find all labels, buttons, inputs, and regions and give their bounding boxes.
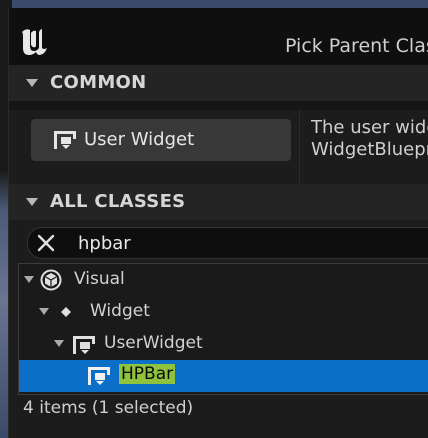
collapse-arrow-icon[interactable] [26,79,38,87]
tree-item-label: UserWidget [104,333,203,353]
class-description: The user widg WidgetBluepri [311,117,428,161]
pick-parent-class-dialog: Pick Parent Class COMMON User Widget The… [8,8,428,438]
user-widget-icon [54,131,76,149]
expand-arrow-icon[interactable] [39,308,49,315]
tree-item-userwidget[interactable]: UserWidget [19,328,428,360]
search-input[interactable] [76,231,380,255]
common-section-label: COMMON [50,72,147,93]
description-line-1: The user widg [311,117,428,138]
user-widget-icon [73,336,95,354]
item-count-status: 4 items (1 selected) [23,398,194,418]
class-search-box [27,227,428,259]
all-classes-section-body: Visual Widget UserWidg [9,220,428,438]
user-widget-icon [88,367,110,385]
all-classes-section-label: ALL CLASSES [50,191,186,212]
diamond-icon [61,307,71,317]
description-line-2: WidgetBluepri [311,139,428,160]
user-widget-button-label: User Widget [84,129,195,150]
common-section-header[interactable]: COMMON [9,65,428,101]
all-classes-section-header[interactable]: ALL CLASSES [9,184,428,220]
tree-item-label: Widget [90,301,150,321]
tree-item-label: Visual [74,269,125,289]
tree-item-visual[interactable]: Visual [19,264,428,296]
cube-icon [40,269,62,291]
collapse-arrow-icon[interactable] [26,198,38,206]
expand-arrow-icon[interactable] [24,276,34,283]
tree-item-widget[interactable]: Widget [19,296,428,328]
expand-arrow-icon[interactable] [54,340,64,347]
user-widget-button[interactable]: User Widget [31,119,291,161]
window-title: Pick Parent Class [285,35,428,57]
common-section-body: User Widget The user widg WidgetBluepri [9,110,428,184]
class-tree: Visual Widget UserWidget HPBar [18,263,428,395]
tree-item-hpbar[interactable]: HPBar [19,360,428,392]
title-bar[interactable]: Pick Parent Class [9,8,428,65]
clear-search-icon[interactable] [36,233,56,253]
unreal-engine-logo-icon [22,29,47,55]
tree-item-label: HPBar [119,364,176,384]
divider [299,110,300,184]
